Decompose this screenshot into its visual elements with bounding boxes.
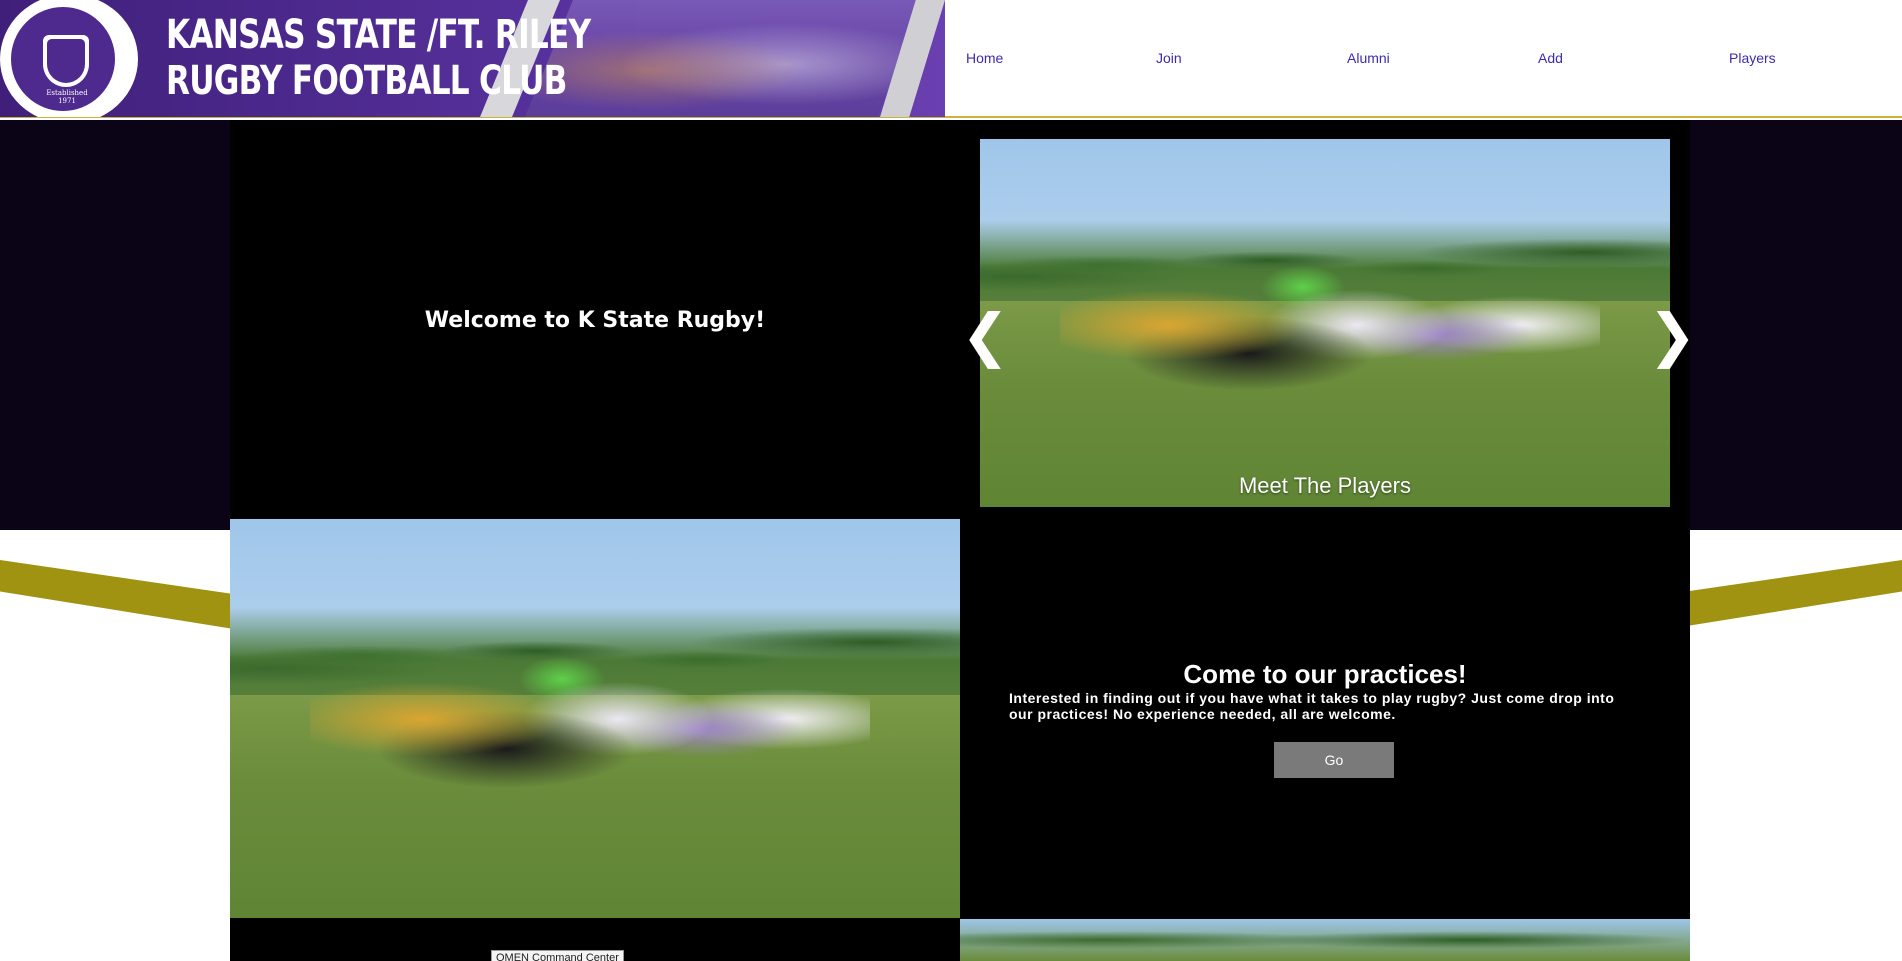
club-title-line2: RUGBY FOOTBALL CLUB	[166, 58, 567, 104]
site-header: Established 1971 KANSAS STATE /FT. RILEY…	[0, 0, 1902, 118]
scrum-photo	[230, 519, 960, 918]
club-title-line1: KANSAS STATE /FT. RILEY	[166, 12, 591, 58]
practice-title: Come to our practices!	[1183, 659, 1467, 689]
tooltip: OMEN Command Center	[491, 950, 624, 961]
go-button[interactable]: Go	[1274, 742, 1394, 778]
club-banner: Established 1971 KANSAS STATE /FT. RILEY…	[0, 0, 945, 117]
logo-established-text: Established 1971	[46, 89, 88, 105]
slider-caption[interactable]: Meet The Players	[980, 473, 1670, 499]
chevron-right-icon[interactable]: ❯	[1648, 306, 1697, 364]
nav-home[interactable]: Home	[966, 50, 1003, 66]
practice-description: Interested in finding out if you have wh…	[1009, 690, 1615, 722]
chevron-left-icon[interactable]: ❮	[961, 306, 1010, 364]
nav-players[interactable]: Players	[1729, 50, 1776, 66]
shield-icon	[43, 35, 89, 87]
club-logo[interactable]: Established 1971	[0, 0, 138, 117]
nav-alumni[interactable]: Alumni	[1347, 50, 1390, 66]
slider-image	[980, 139, 1670, 507]
nav-add[interactable]: Add	[1538, 50, 1563, 66]
players-slider[interactable]: Meet The Players	[980, 139, 1670, 507]
team-photo	[960, 919, 1690, 961]
main-content: Welcome to K State Rugby! Meet The Playe…	[230, 120, 1697, 961]
nav-join[interactable]: Join	[1156, 50, 1182, 66]
welcome-heading: Welcome to K State Rugby!	[424, 307, 766, 333]
club-title: KANSAS STATE /FT. RILEY RUGBY FOOTBALL C…	[166, 12, 591, 104]
welcome-section: Welcome to K State Rugby!	[230, 120, 960, 520]
practice-section: Come to our practices! Interested in fin…	[960, 519, 1690, 918]
